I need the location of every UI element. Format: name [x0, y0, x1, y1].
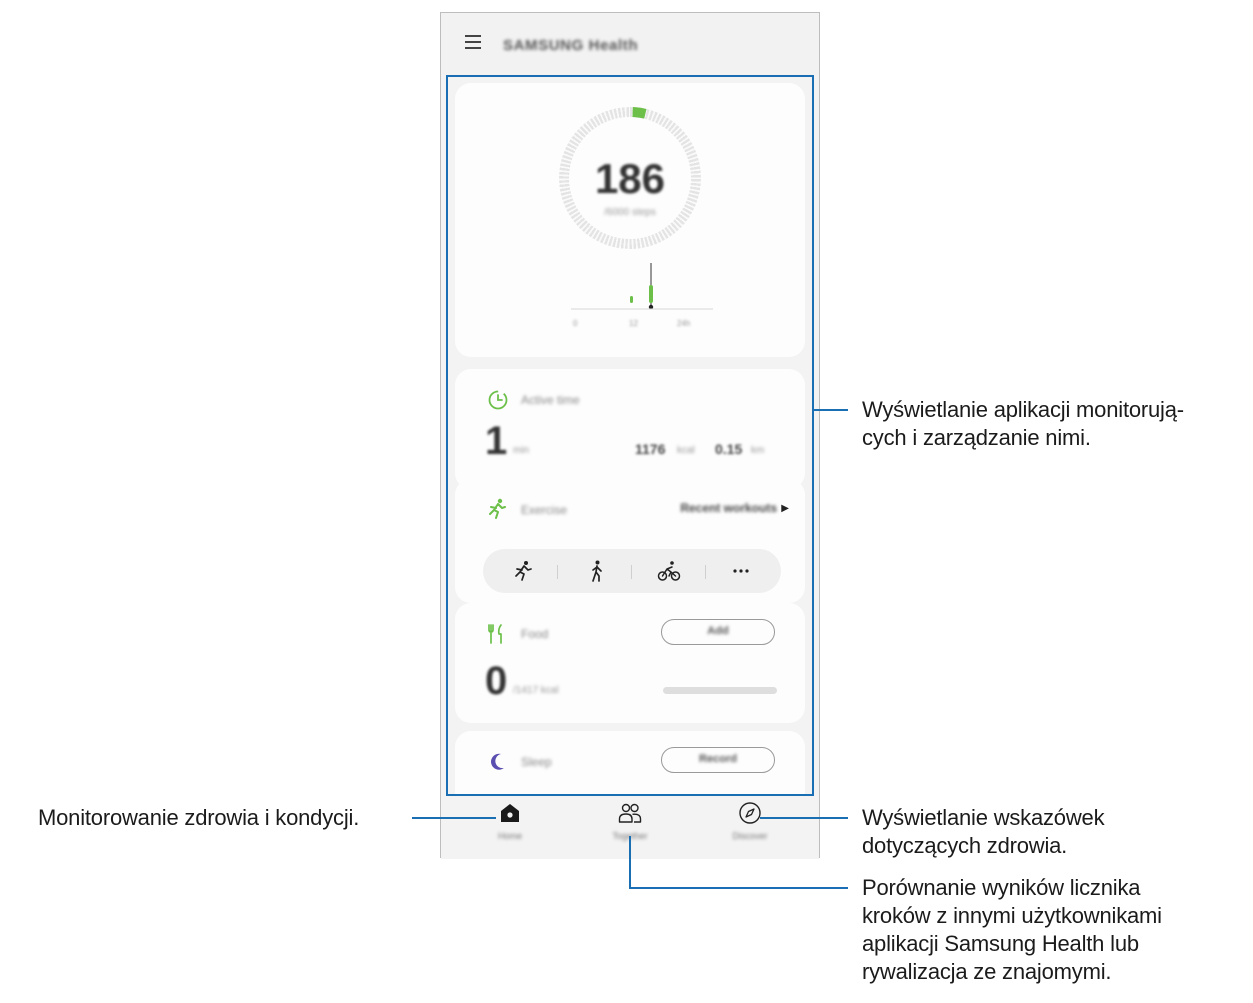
callout-discover: Wyświetlanie wskazówek dotyczących zdrow… [862, 805, 1105, 858]
callout-home: Monitorowanie zdrowia i kondycji. [38, 805, 360, 830]
callout-together: Porównanie wyników licznika kroków z inn… [862, 875, 1162, 984]
callout-trackers: Wyświetlanie aplikacji monitorują- cych … [862, 397, 1184, 450]
